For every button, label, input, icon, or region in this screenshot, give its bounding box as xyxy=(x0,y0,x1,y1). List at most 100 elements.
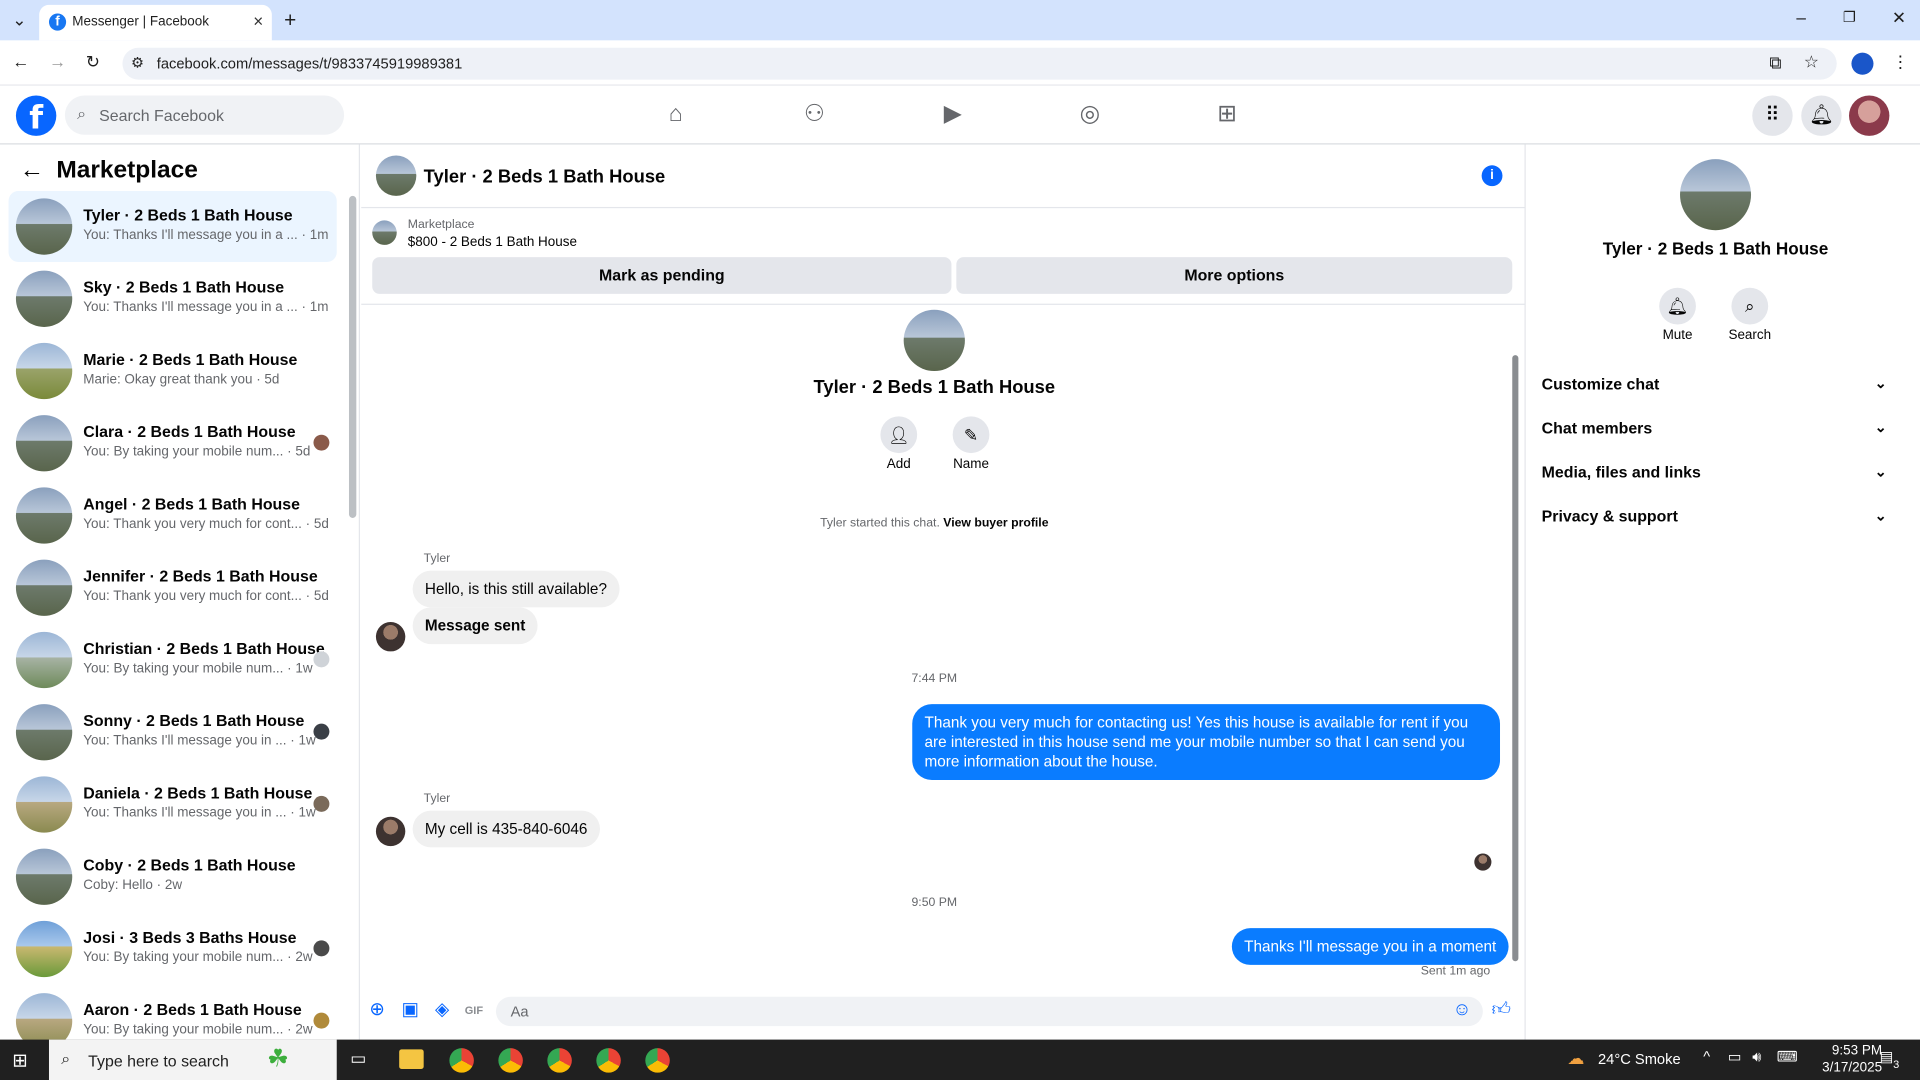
thumbs-up-icon[interactable]: 👍︎ xyxy=(1490,999,1512,1021)
conversation-preview: You: Thanks I'll message you in ... · 1w xyxy=(83,733,316,749)
section-chat-members[interactable]: Chat members ⌄ xyxy=(1542,419,1897,448)
conversation-name: Daniela · 2 Beds 1 Bath House xyxy=(83,783,313,803)
close-window-icon[interactable]: ✕ xyxy=(1892,7,1906,28)
chrome-icon[interactable] xyxy=(596,1048,621,1073)
menu-grid-icon[interactable]: ⠿ xyxy=(1752,95,1793,136)
conversation-avatar xyxy=(15,776,73,833)
chat-title[interactable]: Tyler · 2 Beds 1 Bath House xyxy=(424,167,666,188)
plus-circle-icon[interactable]: ⊕ xyxy=(366,999,388,1021)
notifications-bell-icon[interactable]: 🔔︎ xyxy=(1801,95,1842,136)
conversation-item[interactable]: Tyler · 2 Beds 1 Bath House You: Thanks … xyxy=(8,191,337,263)
keyboard-icon[interactable]: ⌨ xyxy=(1777,1048,1798,1065)
gaming-icon[interactable]: ⊞ xyxy=(1212,100,1241,129)
add-person-icon[interactable]: 👤︎ xyxy=(880,416,918,454)
sender-avatar[interactable] xyxy=(375,622,406,652)
reload-icon[interactable]: ↻ xyxy=(86,51,100,72)
chat-scrollbar[interactable] xyxy=(1512,355,1519,962)
emoji-icon[interactable]: ☺ xyxy=(1451,999,1473,1021)
message-bubble[interactable]: My cell is 435-840-6046 xyxy=(412,810,600,848)
home-icon[interactable]: ⌂ xyxy=(661,100,690,129)
conversation-preview: You: Thanks I'll message you in ... · 1w xyxy=(83,805,316,821)
message-input[interactable]: Aa xyxy=(495,996,1483,1027)
chat-avatar[interactable] xyxy=(375,155,417,196)
site-info-icon[interactable]: ⚙ xyxy=(131,54,144,71)
facebook-logo-icon[interactable]: f xyxy=(15,95,57,137)
forward-icon[interactable]: → xyxy=(49,51,66,71)
message-bubble[interactable]: Thanks I'll message you in a moment xyxy=(1231,928,1509,965)
conversation-name: Sonny · 2 Beds 1 Bath House xyxy=(83,711,305,730)
read-receipt-avatar xyxy=(313,434,330,451)
conversation-item[interactable]: Christian · 2 Beds 1 Bath House You: By … xyxy=(9,624,337,695)
gif-icon[interactable]: GIF xyxy=(463,999,485,1021)
edit-name-icon[interactable]: ✎ xyxy=(952,416,990,454)
message-bubble[interactable]: Hello, is this still available? xyxy=(412,570,620,608)
read-receipt-avatar xyxy=(313,651,330,668)
conversation-name: Coby · 2 Beds 1 Bath House xyxy=(83,855,296,875)
clock-date[interactable]: 3/17/2025 xyxy=(1809,1060,1882,1075)
conversation-item[interactable]: Angel · 2 Beds 1 Bath House You: Thank y… xyxy=(9,480,337,551)
mute-bell-icon[interactable]: 🔔︎ xyxy=(1659,287,1696,325)
install-app-icon[interactable]: ⧉ xyxy=(1769,53,1781,74)
mark-as-pending-button[interactable]: Mark as pending xyxy=(372,257,952,294)
sticker-icon[interactable]: ◈ xyxy=(431,999,453,1021)
conversation-item[interactable]: Sonny · 2 Beds 1 Bath House You: Thanks … xyxy=(9,697,337,768)
chat-started-notice: Tyler started this chat. View buyer prof… xyxy=(726,517,1142,530)
view-buyer-profile-link[interactable]: View buyer profile xyxy=(943,517,1048,530)
conversation-item[interactable]: Jennifer · 2 Beds 1 Bath House You: Than… xyxy=(9,552,337,623)
section-privacy-support[interactable]: Privacy & support ⌄ xyxy=(1542,507,1897,536)
section-label: Privacy & support xyxy=(1541,506,1678,526)
chrome-icon[interactable] xyxy=(547,1048,572,1073)
conversation-item[interactable]: Sky · 2 Beds 1 Bath House You: Thanks I'… xyxy=(9,263,337,334)
clock-time[interactable]: 9:53 PM xyxy=(1809,1043,1882,1058)
chrome-icon[interactable] xyxy=(645,1048,670,1073)
profile-avatar[interactable] xyxy=(903,309,965,372)
attach-photo-icon[interactable]: ▣ xyxy=(399,999,421,1021)
search-icon[interactable]: ⌕ xyxy=(1731,287,1769,325)
minimize-icon[interactable]: – xyxy=(1796,7,1806,27)
restore-icon[interactable]: ❐ xyxy=(1843,9,1856,26)
chrome-icon[interactable] xyxy=(498,1048,523,1073)
search-input[interactable]: ⌕ Search Facebook xyxy=(64,95,345,135)
network-icon[interactable]: ▭ xyxy=(1728,1048,1742,1065)
taskbar-search[interactable]: ⌕ Type here to search xyxy=(48,1039,337,1080)
account-avatar[interactable] xyxy=(1848,95,1890,136)
info-icon[interactable]: i xyxy=(1481,165,1503,187)
windows-start-icon[interactable]: ⊞ xyxy=(12,1049,34,1072)
browser-tab[interactable]: f Messenger | Facebook × xyxy=(39,4,272,41)
groups-icon[interactable]: ◎ xyxy=(1075,100,1104,129)
bookmark-star-icon[interactable]: ☆ xyxy=(1804,51,1819,72)
conversation-item[interactable]: Marie · 2 Beds 1 Bath House Marie: Okay … xyxy=(9,336,337,407)
sender-avatar[interactable] xyxy=(375,816,406,847)
listing-thumbnail[interactable] xyxy=(372,220,397,245)
video-icon[interactable]: ▶ xyxy=(938,100,967,129)
section-customize-chat[interactable]: Customize chat ⌄ xyxy=(1542,375,1897,404)
read-receipt-avatar xyxy=(313,940,330,957)
notification-center-icon[interactable]: ▤ xyxy=(1880,1048,1894,1065)
kebab-menu-icon[interactable]: ⋮ xyxy=(1892,51,1909,72)
back-icon[interactable]: ← xyxy=(12,51,29,71)
conversation-item[interactable]: Coby · 2 Beds 1 Bath House Coby: Hello ·… xyxy=(9,841,337,912)
section-label: Media, files and links xyxy=(1541,462,1701,482)
section-media-files-links[interactable]: Media, files and links ⌄ xyxy=(1542,463,1897,492)
close-tab-icon[interactable]: × xyxy=(253,11,263,31)
conversation-item[interactable]: Clara · 2 Beds 1 Bath House You: By taki… xyxy=(9,408,337,479)
message-bubble[interactable]: Thank you very much for contacting us! Y… xyxy=(912,704,1501,781)
conversation-item[interactable]: Josi · 3 Beds 3 Baths House You: By taki… xyxy=(9,913,337,984)
profile-icon[interactable] xyxy=(1851,52,1874,75)
conversation-scrollbar[interactable] xyxy=(348,195,357,518)
tab-search-icon[interactable]: ⌄ xyxy=(12,10,26,31)
file-explorer-icon[interactable] xyxy=(399,1049,424,1069)
chrome-icon[interactable] xyxy=(449,1048,474,1073)
weather-text[interactable]: 24°C Smoke xyxy=(1598,1051,1681,1068)
listing-price[interactable]: $800 - 2 Beds 1 Bath House xyxy=(408,235,577,250)
back-arrow-icon[interactable]: ← xyxy=(20,157,44,185)
tray-chevron-icon[interactable]: ^ xyxy=(1703,1048,1710,1065)
new-tab-icon[interactable]: + xyxy=(284,9,296,33)
conversation-item[interactable]: Daniela · 2 Beds 1 Bath House You: Thank… xyxy=(9,769,337,840)
more-options-button[interactable]: More options xyxy=(956,257,1513,294)
task-view-icon[interactable]: ▭ xyxy=(350,1048,366,1069)
info-avatar[interactable] xyxy=(1680,159,1752,231)
friends-icon[interactable]: ⚇ xyxy=(800,100,829,129)
message-bubble[interactable]: Message sent xyxy=(412,607,538,645)
volume-icon[interactable]: 🔊︎ xyxy=(1752,1048,1761,1066)
